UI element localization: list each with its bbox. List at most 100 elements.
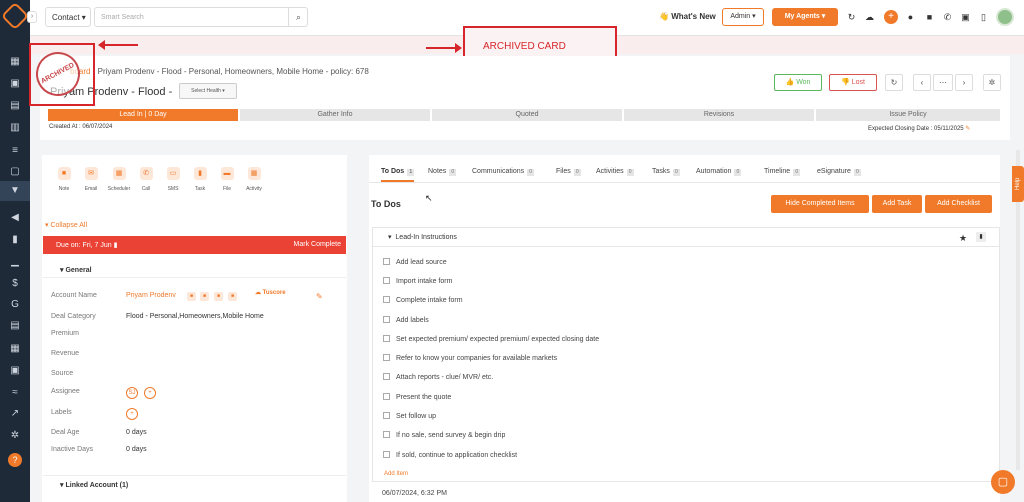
collapse-all-link[interactable]: ▾ Collapse All: [45, 221, 87, 229]
action-call[interactable]: ✆ Call: [134, 167, 158, 192]
list-item[interactable]: Set expected premium/ expected premium/ …: [383, 335, 599, 343]
checkbox[interactable]: [383, 316, 390, 323]
mail-icon[interactable]: ■: [228, 292, 237, 301]
checkbox[interactable]: [383, 296, 390, 303]
contacts-icon[interactable]: ▣: [9, 78, 21, 90]
add-label-icon[interactable]: +: [126, 408, 138, 420]
general-section-header[interactable]: ▾ General: [43, 262, 346, 278]
action-file[interactable]: ▬ File: [215, 167, 239, 192]
action-scheduler[interactable]: ▦ Scheduler: [107, 167, 131, 192]
next-icon[interactable]: ›: [955, 74, 973, 91]
list-item[interactable]: Add lead source: [383, 258, 447, 266]
trash-icon[interactable]: ▮: [976, 232, 986, 242]
megaphone-icon[interactable]: ◀: [9, 212, 21, 224]
refresh-icon[interactable]: ↻: [846, 12, 857, 23]
search-icon[interactable]: ⌕: [288, 7, 308, 27]
message-icon[interactable]: ■: [200, 292, 209, 301]
chip-icon[interactable]: ▣: [960, 12, 971, 23]
tab-esignature[interactable]: eSignature 0: [817, 168, 861, 176]
checkbox[interactable]: [383, 373, 390, 380]
checkbox[interactable]: [383, 393, 390, 400]
tab-files[interactable]: Files 0: [556, 168, 581, 176]
admin-select[interactable]: Admin ▾: [722, 8, 764, 26]
pipeline-icon[interactable]: ▢: [9, 166, 21, 178]
contact-type-select[interactable]: Contact ▾: [45, 7, 91, 27]
bell-icon[interactable]: ●: [905, 12, 916, 23]
list-item[interactable]: Attach reports - clue/ MVR/ etc.: [383, 373, 493, 381]
policy-icon[interactable]: ▥: [9, 122, 21, 134]
tab-activities[interactable]: Activities 0: [596, 168, 634, 176]
stage-revisions[interactable]: Revisions: [624, 109, 814, 121]
search-input[interactable]: Smart Search: [94, 7, 308, 27]
checkbox[interactable]: [383, 431, 390, 438]
list-item[interactable]: Add labels: [383, 316, 429, 324]
help-icon[interactable]: ?: [8, 453, 22, 467]
tab-to-dos[interactable]: To Dos 1: [381, 168, 415, 182]
avatar[interactable]: [996, 8, 1014, 26]
tasks-icon[interactable]: ▮: [9, 234, 21, 246]
video-icon[interactable]: ■: [924, 12, 935, 23]
stage-lead-in[interactable]: Lead In | 0 Day: [48, 109, 238, 121]
lost-button[interactable]: 👎 Lost: [829, 74, 877, 91]
list-item[interactable]: Set follow up: [383, 412, 436, 420]
list-item[interactable]: Present the quote: [383, 393, 451, 401]
logo-icon[interactable]: [0, 1, 30, 31]
linked-account-header[interactable]: ▾ Linked Account (1): [43, 475, 346, 491]
cloud-icon[interactable]: ☁: [864, 12, 875, 23]
checkbox[interactable]: [383, 354, 390, 361]
list-item[interactable]: Complete intake form: [383, 296, 463, 304]
checkbox[interactable]: [383, 335, 390, 342]
chat-icon[interactable]: ■: [214, 292, 223, 301]
won-button[interactable]: 👍 Won: [774, 74, 822, 91]
assignee-avatar[interactable]: SJ: [126, 387, 138, 399]
whats-new-link[interactable]: 👋 What's New: [659, 12, 716, 21]
star-icon[interactable]: ★: [959, 233, 967, 244]
add-task-button[interactable]: Add Task: [872, 195, 922, 213]
tab-tasks[interactable]: Tasks 0: [652, 168, 680, 176]
edit-icon[interactable]: ✎: [965, 126, 970, 132]
mark-complete-button[interactable]: Mark Complete: [294, 241, 341, 248]
tab-timeline[interactable]: Timeline 0: [764, 168, 801, 176]
checkbox[interactable]: [383, 258, 390, 265]
account-name-link[interactable]: Priyam Prodenv: [126, 292, 176, 299]
checklist-header[interactable]: ▾ Lead-In Instructions: [372, 227, 1000, 247]
tab-communications[interactable]: Communications 0: [472, 168, 535, 176]
prev-icon[interactable]: ‹: [913, 74, 931, 91]
action-note[interactable]: ■ Note: [52, 167, 76, 192]
form-icon[interactable]: ▤: [9, 320, 21, 332]
note-icon[interactable]: ■: [187, 292, 196, 301]
list-icon[interactable]: ≡: [9, 145, 21, 157]
sidebar-collapse-button[interactable]: ›: [27, 11, 37, 23]
action-task[interactable]: ▮ Task: [188, 167, 212, 192]
add-assignee-icon[interactable]: +: [144, 387, 156, 399]
edit-icon[interactable]: ✎: [316, 292, 323, 301]
tab-automation[interactable]: Automation 0: [696, 168, 742, 176]
automation-icon[interactable]: ≈: [9, 387, 21, 399]
google-icon[interactable]: G: [9, 299, 21, 311]
settings-icon[interactable]: ✲: [983, 74, 1001, 91]
stage-issue-policy[interactable]: Issue Policy: [816, 109, 1000, 121]
reopen-icon[interactable]: ↻: [885, 74, 903, 91]
add-checklist-button[interactable]: Add Checklist: [925, 195, 992, 213]
action-activity[interactable]: ▦ Activity: [242, 167, 266, 192]
phone-icon[interactable]: ✆: [942, 12, 953, 23]
add-item-link[interactable]: Add Item: [384, 471, 408, 477]
filter-icon[interactable]: ▼: [9, 185, 21, 197]
dashboard-icon[interactable]: ▦: [9, 56, 21, 68]
help-tab[interactable]: Help: [1012, 166, 1024, 202]
billing-icon[interactable]: $: [9, 278, 21, 290]
stage-quoted[interactable]: Quoted: [432, 109, 622, 121]
list-item[interactable]: Import intake form: [383, 277, 452, 285]
stage-gather-info[interactable]: Gather Info: [240, 109, 430, 121]
add-icon[interactable]: +: [884, 10, 898, 24]
list-item[interactable]: If no sale, send survey & begin drip: [383, 431, 505, 439]
reports-icon[interactable]: ▁: [9, 256, 21, 268]
action-email[interactable]: ✉ Email: [79, 167, 103, 192]
tab-notes[interactable]: Notes 0: [428, 168, 457, 176]
list-item[interactable]: If sold, continue to application checkli…: [383, 451, 517, 459]
mobile-icon[interactable]: ▯: [978, 12, 989, 23]
tuscore-badge[interactable]: ☁ Tuscore: [255, 289, 286, 296]
more-icon[interactable]: ⋯: [933, 74, 953, 91]
calendar-icon[interactable]: ▦: [9, 343, 21, 355]
checkbox[interactable]: [383, 277, 390, 284]
